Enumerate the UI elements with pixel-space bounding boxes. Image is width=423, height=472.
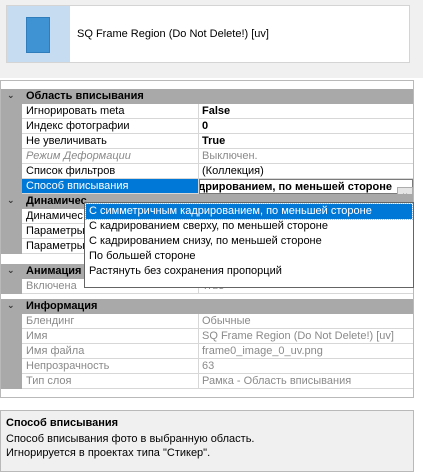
property-row-selected[interactable]: Способ вписывания С симметричным кадриро… [1,179,413,194]
property-row: Имя файла frame0_image_0_uv.png [1,344,413,359]
layer-thumbnail [7,6,70,62]
property-row: Тип слоя Рамка - Область вписывания [1,374,413,389]
property-row: Режим Деформации Выключен. [1,149,413,164]
collapse-icon[interactable]: ⌄ [7,300,17,311]
property-row[interactable]: Игнорировать meta False [1,104,413,119]
layer-card[interactable]: SQ Frame Region (Do Not Delete!) [uv] [6,5,410,63]
description-panel: Способ вписывания Способ вписывания фото… [0,410,414,472]
layer-header: SQ Frame Region (Do Not Delete!) [uv] [0,0,423,78]
category-label: Динамичес [26,195,87,207]
property-row: Непрозрачность 63 [1,359,413,374]
dropdown-option[interactable]: С кадрированием снизу, по меньшей сторон… [86,234,412,249]
property-name: Режим Деформации [22,149,199,164]
fit-mode-select[interactable]: С симметричным кадрированием, по меньшей… [199,179,413,194]
dropdown-option[interactable]: Растянуть без сохранения пропорций [86,264,412,279]
category-label: Анимация [26,265,82,277]
collapse-icon[interactable]: ⌄ [7,195,17,206]
property-row[interactable]: Не увеличивать True [1,134,413,149]
description-title: Способ вписывания [6,417,119,429]
frame-layer-icon [26,17,50,53]
property-value[interactable]: (Коллекция) [199,164,413,179]
property-row: Имя SQ Frame Region (Do Not Delete!) [uv… [1,329,413,344]
dropdown-option[interactable]: С кадрированием сверху, по меньшей сторо… [86,219,412,234]
category-label: Область вписывания [26,90,144,102]
category-fit-region[interactable]: ⌄ Область вписывания [1,89,413,104]
property-value[interactable]: False [199,104,413,119]
property-value: frame0_image_0_uv.png [199,344,413,359]
property-row[interactable]: Индекс фотографии 0 [1,119,413,134]
property-name[interactable]: Игнорировать meta [22,104,199,119]
description-text: Игнорируется в проектах типа "Стикер". [6,447,211,459]
property-name: Имя файла [22,344,199,359]
property-name[interactable]: Список фильтров [22,164,199,179]
dropdown-option[interactable]: По большей стороне [86,249,412,264]
property-row: Блендинг Обычные [1,314,413,329]
layer-title: SQ Frame Region (Do Not Delete!) [uv] [77,28,269,40]
property-name: Непрозрачность [22,359,199,374]
property-value: 63 [199,359,413,374]
property-name: Блендинг [22,314,199,329]
category-label: Информация [26,300,98,312]
property-name[interactable]: Индекс фотографии [22,119,199,134]
property-value: SQ Frame Region (Do Not Delete!) [uv] [199,329,413,344]
property-value[interactable]: True [199,134,413,149]
collapse-icon[interactable]: ⌄ [7,265,17,276]
collapse-icon[interactable]: ⌄ [7,90,17,101]
property-name: Тип слоя [22,374,199,389]
dropdown-option[interactable]: С симметричным кадрированием, по меньшей… [85,203,413,220]
property-name[interactable]: Не увеличивать [22,134,199,149]
property-row[interactable]: Список фильтров (Коллекция) [1,164,413,179]
property-value: Выключен. [199,149,413,164]
property-name: Имя [22,329,199,344]
category-info[interactable]: ⌄ Информация [1,299,413,314]
fit-mode-dropdown-list[interactable]: С симметричным кадрированием, по меньшей… [84,202,414,288]
property-value: Рамка - Область вписывания [199,374,413,389]
property-name[interactable]: Способ вписывания [22,179,199,194]
property-value: Обычные [199,314,413,329]
property-value[interactable]: 0 [199,119,413,134]
description-text: Способ вписывания фото в выбранную облас… [6,433,255,445]
